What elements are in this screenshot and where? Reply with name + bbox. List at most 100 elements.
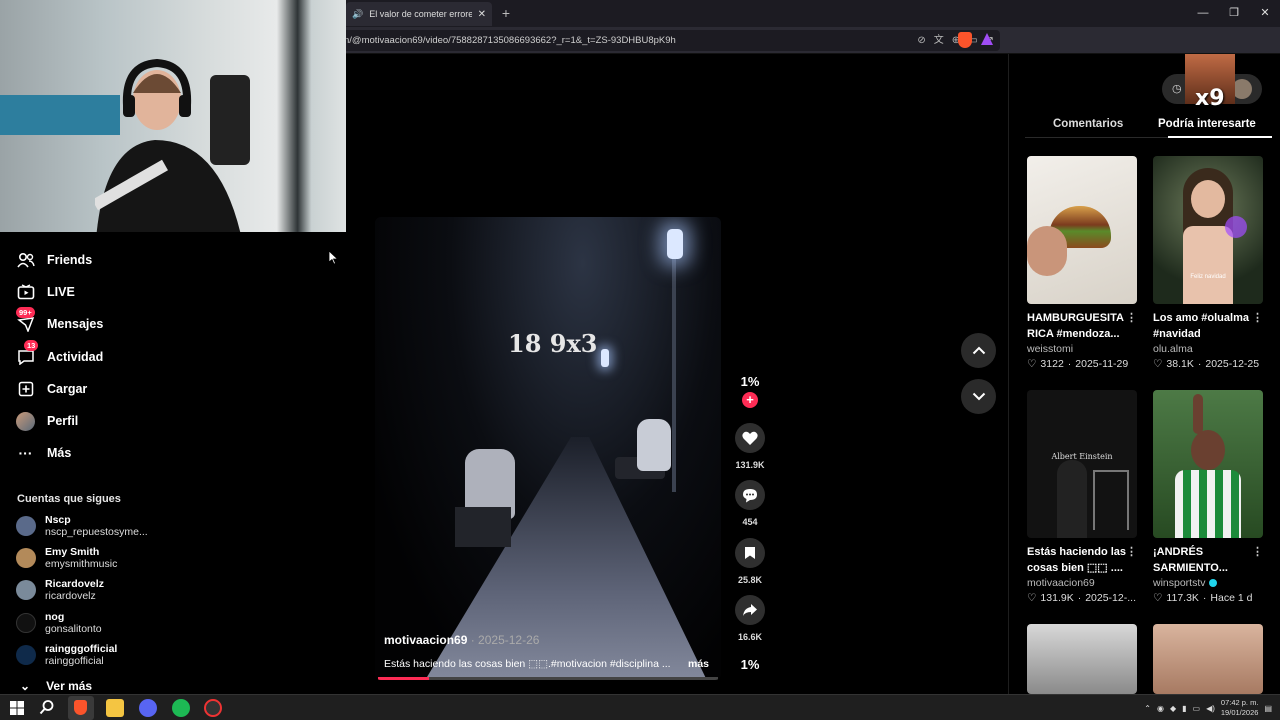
avatar [16,580,36,600]
upload-icon [16,380,35,399]
more-options-icon[interactable]: ⋮ [1252,310,1263,326]
brave-shield-icon[interactable] [958,32,972,48]
url-field[interactable]: n/@motivaacion69/video/75882871350866936… [340,30,1000,51]
sidebar-item-label: Perfil [47,414,79,428]
video-thumbnail[interactable] [1153,390,1263,538]
brave-browser-icon[interactable] [68,696,94,720]
more-options-icon[interactable]: ⋮ [1252,544,1263,560]
card-title: HAMBURGUESITA RICA #mendoza... ⋮ [1027,310,1137,340]
volume-icon[interactable]: ◀) [1206,704,1215,713]
more-button[interactable]: más [688,658,709,670]
following-name: Emy Smith [45,546,100,558]
network-icon[interactable]: ▭ [1193,704,1201,713]
following-item[interactable]: raingggofficial rainggofficial [16,640,117,670]
suggested-video-card[interactable]: ¡ANDRÉS SARMIENTO... ⋮ winsportstv ♡ 117.3… [1153,390,1263,604]
video-thumbnail[interactable]: Feliz navidad [1153,156,1263,304]
heart-outline-icon: ♡ [1153,592,1163,604]
reaction-overlay-text: x9 [1195,86,1225,111]
video-progress-bar[interactable] [378,677,718,680]
url-text: n/@motivaacion69/video/75882871350866936… [344,35,676,46]
following-item[interactable]: nog gonsalitonto [16,608,102,638]
speaker-icon: 🔊 [352,8,364,19]
suggested-video-card[interactable]: Feliz navidad Los amo #olualma #navidad ⋮… [1153,156,1263,370]
shield-tray-icon[interactable]: ◆ [1170,704,1176,713]
video-author[interactable]: motivaacion69 · 2025-12-26 [384,633,539,647]
new-tab-button[interactable]: + [498,4,514,22]
comment-button[interactable] [735,480,765,510]
sidebar-item-live[interactable]: LIVE [16,280,75,304]
suggested-video-card[interactable]: HAMBURGUESITA RICA #mendoza... ⋮ weisstom… [1027,156,1137,370]
follow-plus-button[interactable]: + [742,392,758,408]
right-panel: Comentarios Podría interesarte HAMBURGUE… [1008,54,1280,694]
sidebar-item-friends[interactable]: Friends [16,248,92,272]
save-button[interactable] [735,538,765,568]
verified-badge-icon [1208,579,1217,588]
translate-icon[interactable]: 文 [934,30,944,51]
clock[interactable]: 07:42 p. m. 19/01/2026 [1221,698,1259,718]
see-more-button[interactable]: ⌄ Ver más [20,679,92,693]
obs-icon[interactable] [204,699,222,717]
following-handle: ricardovelz [45,590,96,602]
mic-icon[interactable]: ▮ [1182,704,1186,713]
tab-comments[interactable]: Comentarios [1053,118,1123,130]
suggested-video-card[interactable] [1027,624,1137,694]
card-author[interactable]: winsportstv [1153,577,1263,589]
video-player[interactable]: 18 9x3 motivaacion69 · 2025-12-26 Estás … [375,217,721,680]
clock-icon[interactable]: ◷ [1172,82,1182,95]
more-options-icon[interactable]: ⋮ [1126,544,1137,560]
close-window-icon[interactable]: ✕ [1250,0,1280,27]
chevron-down-icon: ⌄ [20,679,31,693]
avatar[interactable] [1232,79,1252,99]
following-item[interactable]: Emy Smith emysmithmusic [16,543,117,573]
more-options-icon[interactable]: ⋮ [1126,310,1137,326]
tab-title: El valor de cometer errores se [369,9,472,19]
following-name: raingggofficial [45,643,118,655]
shares-count: 16.6K [737,632,763,642]
sidebar-item-activity[interactable]: 13 Actividad [16,339,103,369]
taskbar: ⌃ ◉ ◆ ▮ ▭ ◀) 07:42 p. m. 19/01/2026 ▤ [0,694,1280,720]
video-thumbnail[interactable] [1027,156,1137,304]
following-handle: gonsalitonto [45,623,102,635]
like-button[interactable] [735,423,765,453]
card-author[interactable]: weisstomi [1027,343,1137,355]
video-thumbnail[interactable] [1153,624,1263,694]
following-name: Nscp [45,514,71,526]
file-explorer-icon[interactable] [106,699,124,717]
sidebar-item-profile[interactable]: Perfil [16,409,78,433]
suggested-video-card[interactable] [1153,624,1263,694]
share-button[interactable] [735,595,765,625]
no-media-icon[interactable]: ⊘ [917,30,925,51]
tab-suggested[interactable]: Podría interesarte [1158,118,1256,130]
browser-tab[interactable]: 🔊 El valor de cometer errores se ✕ [346,2,492,26]
sidebar-item-upload[interactable]: Cargar [16,377,87,401]
video-thumbnail[interactable] [1027,624,1137,694]
card-author[interactable]: motivaacion69 [1027,577,1137,589]
activity-badge: 13 [24,339,39,351]
friends-icon [16,251,35,270]
following-name: Ricardovelz [45,578,104,590]
following-item[interactable]: Ricardovelz ricardovelz [16,575,104,605]
search-icon[interactable] [39,699,57,717]
card-title: Los amo #olualma #navidad ⋮ [1153,310,1263,340]
card-author[interactable]: olu.alma [1153,343,1263,355]
next-video-button[interactable] [961,379,996,414]
steam-icon[interactable]: ◉ [1157,704,1164,713]
video-thumbnail[interactable]: Albert Einstein [1027,390,1137,538]
top-percent: 1% [740,374,760,389]
following-title: Cuentas que sigues [17,493,121,505]
tray-expand-icon[interactable]: ⌃ [1144,704,1151,713]
brave-rewards-icon[interactable] [981,33,993,45]
following-item[interactable]: Nscp nscp_repuestosyme... [16,511,148,541]
minimize-icon[interactable]: — [1188,0,1218,27]
sidebar-item-more[interactable]: ··· Más [16,441,72,465]
previous-video-button[interactable] [961,333,996,368]
sitting-figure [637,419,671,471]
windows-start-icon[interactable] [8,699,26,717]
discord-icon[interactable] [139,699,157,717]
sidebar-item-messages[interactable]: 99+ Mensajes [16,306,103,336]
restore-icon[interactable]: ❐ [1219,0,1249,27]
suggested-video-card[interactable]: Albert Einstein Estás haciendo las cosas… [1027,390,1137,604]
spotify-icon[interactable] [172,699,190,717]
close-tab-icon[interactable]: ✕ [478,9,486,20]
notifications-icon[interactable]: ▤ [1264,704,1272,713]
